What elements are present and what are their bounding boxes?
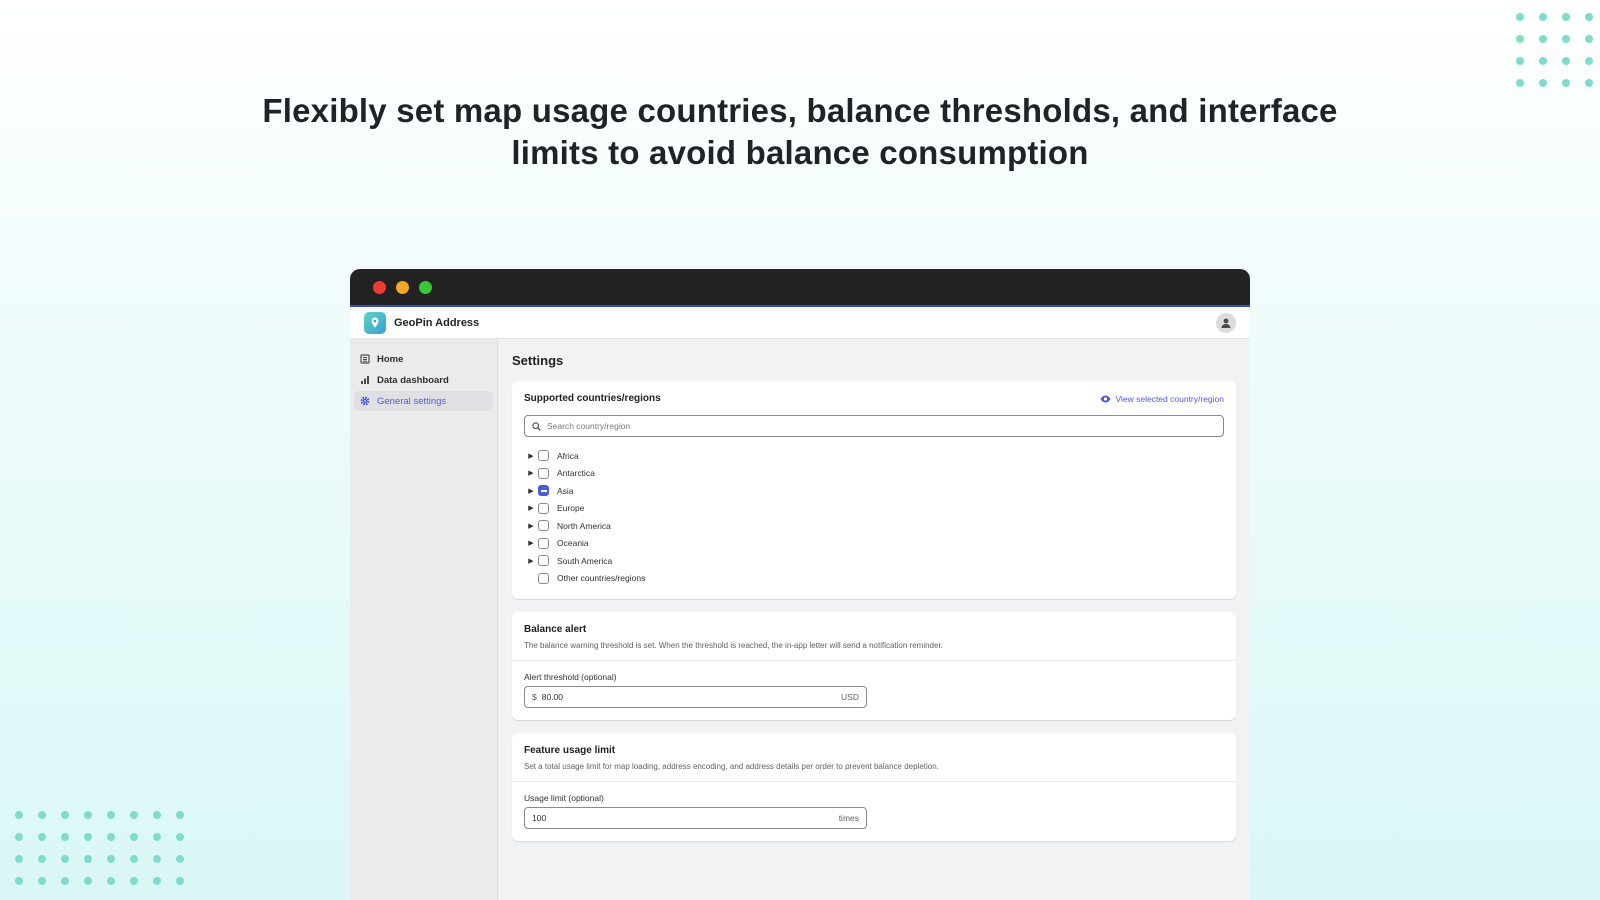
card-description: Set a total usage limit for map loading,… [524, 762, 939, 771]
region-row-europe[interactable]: ▶ Europe [524, 500, 1224, 518]
user-icon [1221, 318, 1231, 328]
region-label: Other countries/regions [557, 573, 646, 584]
sidebar: Home Data dashboard General settings [350, 339, 498, 900]
region-label: Europe [557, 503, 585, 514]
decorative-dots-bottom-left [15, 811, 184, 885]
card-title: Supported countries/regions [524, 393, 661, 404]
unit-suffix: times [838, 813, 859, 823]
headline-line-2: limits to avoid balance consumption [511, 134, 1089, 171]
sidebar-item-data-dashboard[interactable]: Data dashboard [354, 370, 493, 390]
view-selected-link[interactable]: View selected country/region [1100, 394, 1224, 404]
home-icon [360, 354, 370, 364]
region-label: Antarctica [557, 468, 595, 479]
page-title: Settings [512, 353, 564, 368]
region-checkbox[interactable] [538, 537, 549, 549]
card-title: Balance alert [524, 624, 587, 635]
region-checkbox[interactable] [538, 555, 549, 567]
gear-icon [360, 396, 370, 406]
sidebar-item-label: Home [377, 353, 404, 365]
supported-countries-card: Supported countries/regions View selecte… [512, 381, 1236, 599]
card-description: The balance warning threshold is set. Wh… [524, 641, 943, 650]
app-logo-icon [364, 311, 386, 334]
region-label: Asia [557, 485, 574, 496]
sidebar-item-label: Data dashboard [377, 374, 449, 386]
field-label: Usage limit (optional) [524, 793, 604, 803]
usage-limit-input[interactable]: 100 [532, 813, 839, 823]
field-label: Alert threshold (optional) [524, 672, 617, 682]
user-avatar-button[interactable] [1216, 312, 1236, 333]
region-checkbox-indeterminate[interactable] [538, 485, 549, 497]
app-top-bar: GeoPin Address [350, 307, 1250, 339]
sidebar-item-label: General settings [377, 395, 447, 407]
decorative-dots-top-right [1516, 13, 1593, 87]
expand-caret-icon[interactable]: ▶ [524, 487, 538, 495]
alert-threshold-input[interactable]: 80.00 [542, 692, 841, 702]
region-label: Africa [557, 450, 579, 461]
region-checkbox[interactable] [538, 520, 549, 532]
expand-caret-icon[interactable]: ▶ [524, 504, 538, 512]
expand-caret-icon[interactable]: ▶ [524, 469, 538, 477]
region-row-antarctica[interactable]: ▶ Antarctica [524, 465, 1224, 483]
view-selected-label: View selected country/region [1115, 393, 1224, 404]
region-tree: ▶ Africa ▶ Antarctica ▶ Asia ▶ Europe ▶ … [524, 447, 1224, 587]
card-title: Feature usage limit [524, 745, 616, 756]
usage-limit-field[interactable]: 100 times [524, 807, 867, 829]
region-row-south-america[interactable]: ▶ South America [524, 552, 1224, 570]
main-content: Settings Supported countries/regions Vie… [498, 339, 1250, 900]
region-row-oceania[interactable]: ▶ Oceania [524, 535, 1224, 553]
currency-prefix: $ [532, 692, 537, 702]
alert-threshold-field[interactable]: $ 80.00 USD [524, 686, 867, 708]
search-icon [532, 421, 541, 431]
country-search-field[interactable] [524, 415, 1224, 437]
maximize-window-button[interactable] [419, 280, 432, 294]
expand-caret-icon[interactable]: ▶ [524, 557, 538, 565]
region-label: Oceania [557, 538, 589, 549]
region-checkbox[interactable] [538, 467, 549, 479]
minimize-window-button[interactable] [396, 280, 409, 294]
usage-limit-card: Feature usage limit Set a total usage li… [512, 733, 1236, 841]
headline-line-1: Flexibly set map usage countries, balanc… [262, 92, 1338, 129]
region-row-asia[interactable]: ▶ Asia [524, 482, 1224, 500]
close-window-button[interactable] [373, 280, 386, 294]
balance-alert-card: Balance alert The balance warning thresh… [512, 612, 1236, 720]
region-checkbox[interactable] [538, 450, 549, 462]
region-label: South America [557, 555, 613, 566]
sidebar-item-general-settings[interactable]: General settings [354, 391, 493, 411]
region-checkbox[interactable] [538, 572, 549, 584]
bar-chart-icon [360, 375, 370, 385]
expand-caret-icon[interactable]: ▶ [524, 522, 538, 530]
sidebar-item-home[interactable]: Home [354, 349, 493, 369]
search-input[interactable] [547, 421, 1216, 431]
marketing-headline: Flexibly set map usage countries, balanc… [200, 90, 1400, 174]
app-name: GeoPin Address [394, 316, 480, 329]
app-window: GeoPin Address Home Data dashboard Gener… [350, 269, 1250, 900]
expand-caret-icon[interactable]: ▶ [524, 452, 538, 460]
eye-icon [1100, 395, 1111, 402]
region-checkbox[interactable] [538, 502, 549, 514]
currency-suffix: USD [841, 692, 859, 702]
region-row-africa[interactable]: ▶ Africa [524, 447, 1224, 465]
window-titlebar [350, 269, 1250, 305]
expand-caret-icon[interactable]: ▶ [524, 539, 538, 547]
region-row-north-america[interactable]: ▶ North America [524, 517, 1224, 535]
region-label: North America [557, 520, 611, 531]
region-row-other[interactable]: Other countries/regions [524, 570, 1224, 588]
